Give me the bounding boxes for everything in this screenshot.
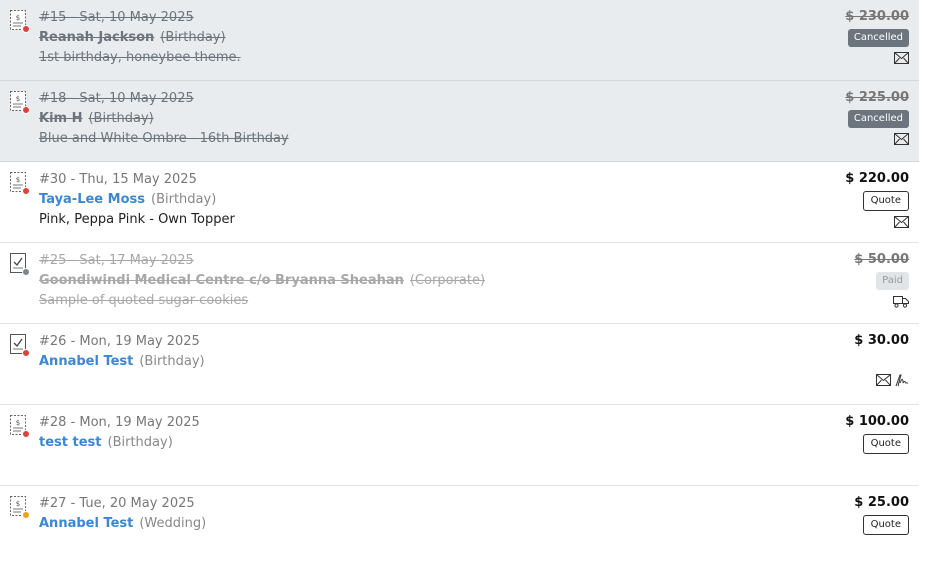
delivery-truck-icon[interactable] [893,295,909,311]
order-price: $ 25.00 [854,495,909,510]
order-actions [779,540,909,556]
order-heading: #25 - Sat, 17 May 2025 [39,253,194,268]
invoice-icon: $ [10,91,30,114]
signature-icon[interactable] [895,374,909,390]
order-details: #28 - Mon, 19 May 2025 test test (Birthda… [39,413,769,453]
envelope-icon[interactable] [894,133,909,149]
status-dot [22,511,30,519]
svg-text:$: $ [16,14,20,22]
order-heading: #18 - Sat, 10 May 2025 [39,91,194,106]
order-type: (Birthday) [88,111,154,126]
order-row[interactable]: $ #28 - Mon, 19 May 2025 test test (Birth… [0,405,919,486]
order-summary: $ 25.00 Quote [779,494,909,556]
status-dot [22,268,30,276]
order-price: $ 30.00 [854,333,909,348]
order-row[interactable]: #26 - Mon, 19 May 2025 Annabel Test (Birt… [0,324,919,405]
invoice-icon: $ [10,10,30,33]
order-actions [779,216,909,232]
order-row[interactable]: $ #27 - Tue, 20 May 2025 Annabel Test (We… [0,486,919,567]
customer-name-link[interactable]: Kim H [39,111,82,126]
order-list: $ #15 - Sat, 10 May 2025 Reanah Jackson (… [0,0,919,567]
order-type: (Birthday) [139,354,205,369]
customer-name-link[interactable]: Annabel Test [39,354,133,369]
order-summary: $ 220.00 Quote [779,170,909,232]
envelope-icon[interactable] [876,374,891,390]
order-price: $ 100.00 [845,414,909,429]
order-heading: #15 - Sat, 10 May 2025 [39,10,194,25]
quote-badge[interactable]: Quote [862,515,909,535]
svg-text:$: $ [16,500,20,508]
customer-name-link[interactable]: Taya-Lee Moss [39,192,145,207]
invoice-icon: $ [10,172,30,195]
envelope-icon[interactable] [894,216,909,232]
order-summary: $ 225.00 Cancelled [779,89,909,149]
paid-badge: Paid [876,272,909,290]
order-summary: $ 230.00 Cancelled [779,8,909,68]
checklist-icon [10,334,30,357]
order-type: (Birthday) [151,192,217,207]
order-description: Blue and White Ombre - 16th Birthday [39,131,289,146]
order-actions [779,52,909,68]
order-details: #25 - Sat, 17 May 2025 Goondiwindi Medic… [39,251,769,311]
invoice-icon: $ [10,496,30,519]
order-price: $ 230.00 [845,9,909,24]
order-details: #18 - Sat, 10 May 2025 Kim H (Birthday) B… [39,89,769,149]
order-price: $ 225.00 [845,90,909,105]
status-dot [22,25,30,33]
order-price: $ 220.00 [845,171,909,186]
order-details: #30 - Thu, 15 May 2025 Taya-Lee Moss (Bir… [39,170,769,230]
order-actions [779,459,909,475]
svg-text:$: $ [16,419,20,427]
invoice-icon: $ [10,415,30,438]
status-dot [22,349,30,357]
order-actions [779,295,909,311]
order-row[interactable]: $ #18 - Sat, 10 May 2025 Kim H (Birthday)… [0,81,919,162]
order-price: $ 50.00 [854,252,909,267]
status-dot [22,187,30,195]
quote-badge[interactable]: Quote [862,191,909,211]
order-actions [779,133,909,149]
order-row[interactable]: $ #30 - Thu, 15 May 2025 Taya-Lee Moss (B… [0,162,919,243]
cancelled-badge: Cancelled [847,110,909,128]
cancelled-badge: Cancelled [847,29,909,47]
order-heading: #27 - Tue, 20 May 2025 [39,496,195,511]
order-description: Pink, Peppa Pink - Own Topper [39,212,235,227]
checklist-icon [10,253,30,276]
order-summary: $ 100.00 Quote [779,413,909,475]
status-dot [22,430,30,438]
customer-name-link[interactable]: test test [39,435,102,450]
customer-name-link[interactable]: Annabel Test [39,516,133,531]
order-details: #26 - Mon, 19 May 2025 Annabel Test (Birt… [39,332,769,372]
order-details: #15 - Sat, 10 May 2025 Reanah Jackson (Bi… [39,8,769,68]
envelope-icon[interactable] [894,52,909,68]
order-type: (Birthday) [107,435,173,450]
order-summary: $ 50.00 Paid [779,251,909,311]
svg-text:$: $ [16,95,20,103]
quote-badge[interactable]: Quote [862,434,909,454]
order-heading: #28 - Mon, 19 May 2025 [39,415,200,430]
order-details: #27 - Tue, 20 May 2025 Annabel Test (Wedd… [39,494,769,534]
order-type: (Corporate) [409,273,486,288]
status-dot [22,106,30,114]
svg-text:$: $ [16,176,20,184]
order-description: Sample of quoted sugar cookies [39,293,249,308]
customer-name-link[interactable]: Reanah Jackson [39,30,154,45]
order-description: 1st birthday, honeybee theme. [39,50,241,65]
customer-name-link[interactable]: Goondiwindi Medical Centre c/o Bryanna S… [39,273,404,288]
order-heading: #26 - Mon, 19 May 2025 [39,334,200,349]
order-summary: $ 30.00 [779,332,909,390]
order-row[interactable]: #25 - Sat, 17 May 2025 Goondiwindi Medic… [0,243,919,324]
order-row[interactable]: $ #15 - Sat, 10 May 2025 Reanah Jackson (… [0,0,919,81]
order-heading: #30 - Thu, 15 May 2025 [39,172,197,187]
order-type: (Birthday) [160,30,226,45]
order-actions [779,374,909,390]
order-type: (Wedding) [139,516,207,531]
